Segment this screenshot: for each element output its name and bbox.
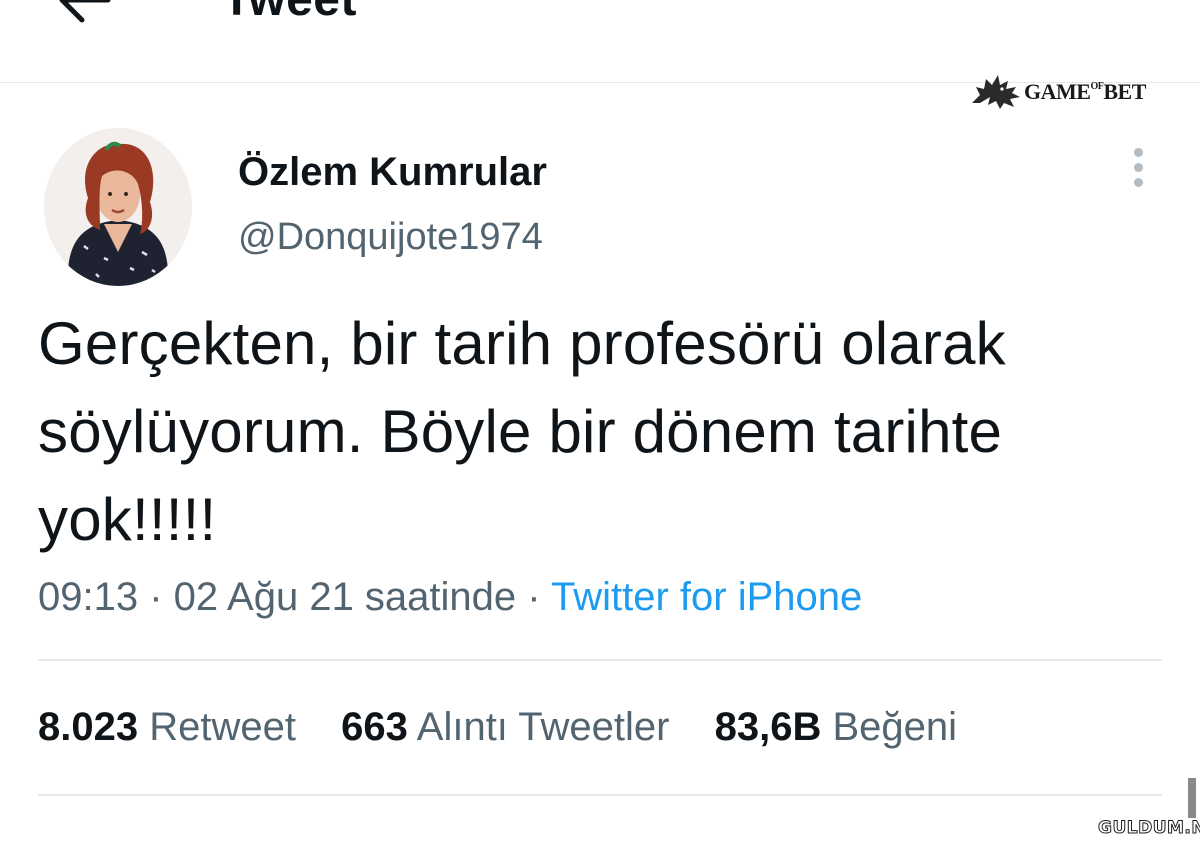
stat-label: Retweet [149,705,296,749]
tweet-text-line: Gerçekten, bir tarih profesörü olarak [38,310,1006,377]
stat-value: 8.023 [38,705,139,749]
watermark-brand-small: OF [1090,81,1104,92]
site-watermark: GULDUM.NET [1097,818,1200,839]
stat-label: Alıntı Tweetler [416,705,670,749]
tweet-text-line: söylüyorum. Böyle bir dönem tarihte [38,398,1003,465]
user-handle[interactable]: @Donquijote1974 [238,214,543,260]
divider [38,794,1162,796]
quote-tweets-count[interactable]: 663 Alıntı Tweetler [341,700,669,754]
divider [38,659,1162,661]
scrollbar-thumb[interactable] [1188,778,1196,818]
tweet-timestamp[interactable]: 09:13 · 02 Ağu 21 saatinde [38,575,516,619]
wolf-head-icon [972,75,1020,109]
arrow-left-icon [59,0,111,23]
tweet-text-line: yok!!!!! [38,486,217,553]
likes-count[interactable]: 83,6B Beğeni [715,700,957,754]
top-app-bar: Tweet [0,0,1200,83]
tweet-stats: 8.023 Retweet 663 Alıntı Tweetler 83,6B … [38,700,991,754]
tweet-text: Gerçekten, bir tarih profesörü olarak sö… [38,300,1168,564]
back-button[interactable] [56,0,116,28]
gameofbet-watermark: GAMEOFBET [970,72,1146,112]
stat-label: Beğeni [832,705,958,749]
watermark-brand-main: GAME [1024,79,1091,104]
tweet-source-link[interactable]: Twitter for iPhone [551,575,862,619]
profile-photo [44,128,192,286]
more-options-button[interactable] [1124,148,1152,192]
page-title: Tweet [222,0,357,30]
more-vertical-icon [1124,148,1152,187]
watermark-brand-end: BET [1103,79,1146,104]
display-name[interactable]: Özlem Kumrular [238,148,547,196]
tweet-meta: 09:13 · 02 Ağu 21 saatinde · Twitter for… [38,570,862,624]
stat-value: 83,6B [714,705,822,749]
meta-separator: · [516,575,551,619]
retweet-count[interactable]: 8.023 Retweet [38,700,296,754]
stat-value: 663 [341,705,408,749]
avatar[interactable] [44,128,192,286]
